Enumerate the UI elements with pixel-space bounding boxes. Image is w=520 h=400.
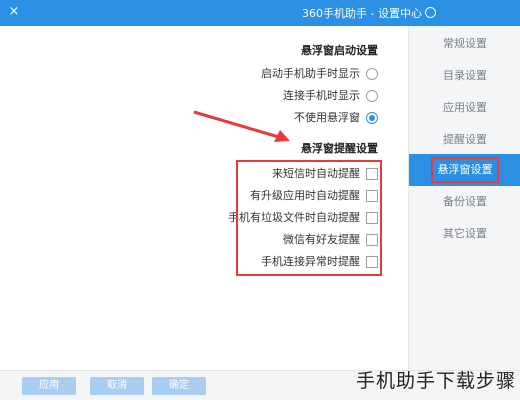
sidebar-item-directory[interactable]: 目录设置	[409, 60, 520, 92]
autostart-section-title: 悬浮窗启动设置	[301, 44, 378, 57]
red-arrow-annotation	[193, 110, 290, 142]
ok-button[interactable]: 确定	[152, 377, 206, 395]
apply-button[interactable]: 应用	[22, 377, 76, 395]
close-icon[interactable]: ×	[6, 4, 22, 20]
window-title: 360手机助手 - 设置中心	[302, 7, 422, 20]
sidebar-item-label: 常规设置	[443, 37, 487, 50]
cancel-button[interactable]: 取消	[90, 377, 144, 395]
sidebar-item-label: 其它设置	[443, 227, 487, 240]
radio-button-checked[interactable]	[366, 112, 378, 124]
option-label: 启动手机助手时显示	[261, 67, 360, 80]
radio-show-on-start[interactable]: 启动手机助手时显示	[261, 66, 378, 82]
sidebar-item-label: 应用设置	[443, 101, 487, 114]
sidebar-item-label: 目录设置	[443, 69, 487, 82]
app-logo-icon	[425, 7, 436, 18]
radio-no-float-window[interactable]: 不使用悬浮窗	[294, 110, 378, 126]
sidebar-item-reminders[interactable]: 提醒设置	[409, 124, 520, 156]
option-label: 连接手机时显示	[283, 89, 360, 102]
radio-button[interactable]	[366, 68, 378, 80]
red-highlight-box	[431, 157, 499, 183]
sidebar-item-label: 备份设置	[443, 195, 487, 208]
sidebar-item-other[interactable]: 其它设置	[409, 218, 520, 250]
radio-show-on-connect[interactable]: 连接手机时显示	[283, 88, 378, 104]
option-label: 不使用悬浮窗	[294, 111, 360, 124]
reminder-section-title: 悬浮窗提醒设置	[301, 142, 378, 155]
title-bar: × 360手机助手 - 设置中心	[0, 0, 520, 26]
red-highlight-box	[236, 160, 382, 276]
sidebar-item-apps[interactable]: 应用设置	[409, 92, 520, 124]
radio-button[interactable]	[366, 90, 378, 102]
sidebar-item-float-window[interactable]: 悬浮窗设置	[409, 154, 520, 186]
sidebar-item-backup[interactable]: 备份设置	[409, 186, 520, 218]
watermark-caption: 手机助手下载步骤	[355, 370, 516, 392]
settings-sidebar: 常规设置 目录设置 应用设置 提醒设置 悬浮窗设置 备份设置 其它设置	[408, 26, 520, 370]
sidebar-item-label: 提醒设置	[443, 133, 487, 146]
sidebar-item-general[interactable]: 常规设置	[409, 28, 520, 60]
